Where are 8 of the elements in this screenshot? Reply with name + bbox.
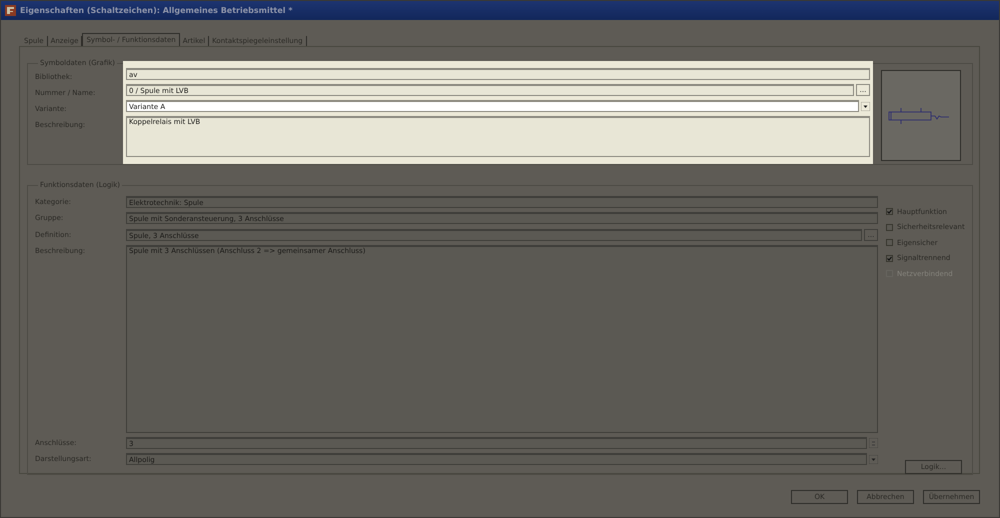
dropdown-arrow-icon[interactable]: [861, 102, 870, 110]
app-icon: [5, 5, 16, 16]
checkbox[interactable]: [886, 208, 893, 216]
checkbox[interactable]: [886, 239, 893, 246]
checkbox[interactable]: [886, 224, 893, 231]
spin-buttons-icon[interactable]: [869, 438, 878, 448]
window-title: Eigenschaften (Schaltzeichen): Allgemeines Betriebsmittel *: [20, 6, 293, 15]
checkbox[interactable]: [886, 254, 893, 262]
